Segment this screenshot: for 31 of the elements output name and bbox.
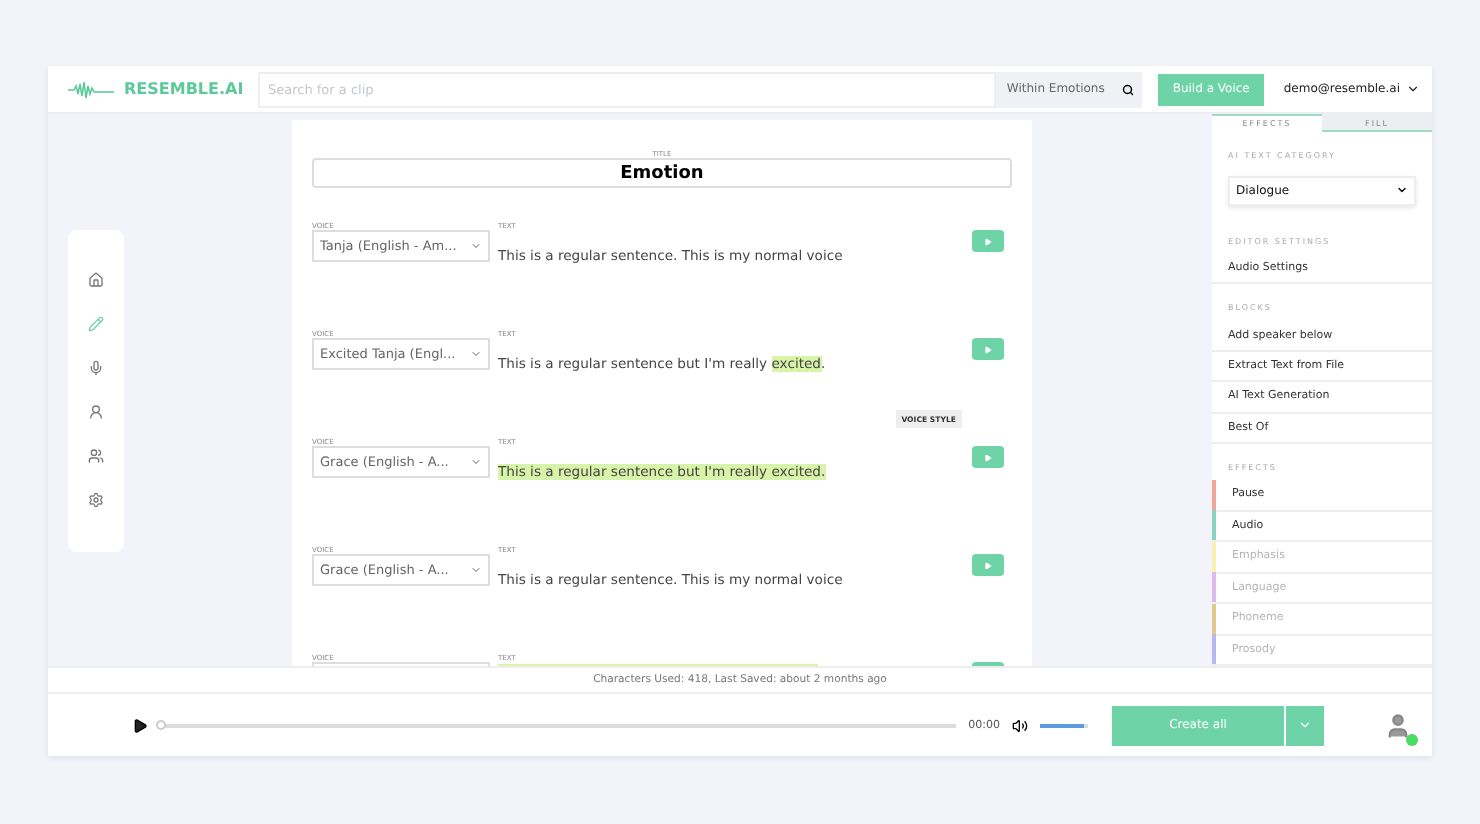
play-icon	[984, 345, 992, 353]
play-icon[interactable]	[132, 717, 148, 733]
play-icon	[984, 453, 992, 461]
caret-icon	[470, 240, 482, 252]
play-icon	[984, 237, 992, 245]
person-icon[interactable]	[88, 403, 104, 420]
search-icon	[1122, 83, 1135, 95]
avatar-icon[interactable]	[1384, 711, 1412, 739]
home-icon[interactable]	[88, 272, 104, 289]
progress-handle[interactable]	[156, 719, 166, 729]
play-icon	[984, 561, 992, 569]
title-field[interactable]: Emotion	[312, 158, 1012, 188]
volume-icon[interactable]	[1012, 717, 1028, 733]
microphone-icon[interactable]	[88, 360, 104, 377]
play-button[interactable]	[972, 338, 1004, 360]
caret-icon	[1406, 82, 1420, 96]
dropdown-button[interactable]	[1284, 705, 1324, 745]
play-button[interactable]	[972, 230, 1004, 252]
settings-icon[interactable]	[88, 491, 104, 508]
waveform-logo-icon	[68, 79, 116, 99]
users-icon[interactable]	[88, 447, 104, 464]
play-button[interactable]	[972, 554, 1004, 576]
caret-icon	[470, 456, 482, 468]
search-button[interactable]	[1114, 71, 1143, 107]
logo-text: RESEMBLE.AI	[124, 80, 244, 98]
caret-icon	[470, 348, 482, 360]
caret-icon	[470, 564, 482, 576]
caret-icon	[1396, 184, 1408, 197]
pencil-icon[interactable]	[88, 316, 104, 333]
play-button[interactable]	[972, 446, 1004, 468]
caret-icon	[1298, 718, 1312, 732]
